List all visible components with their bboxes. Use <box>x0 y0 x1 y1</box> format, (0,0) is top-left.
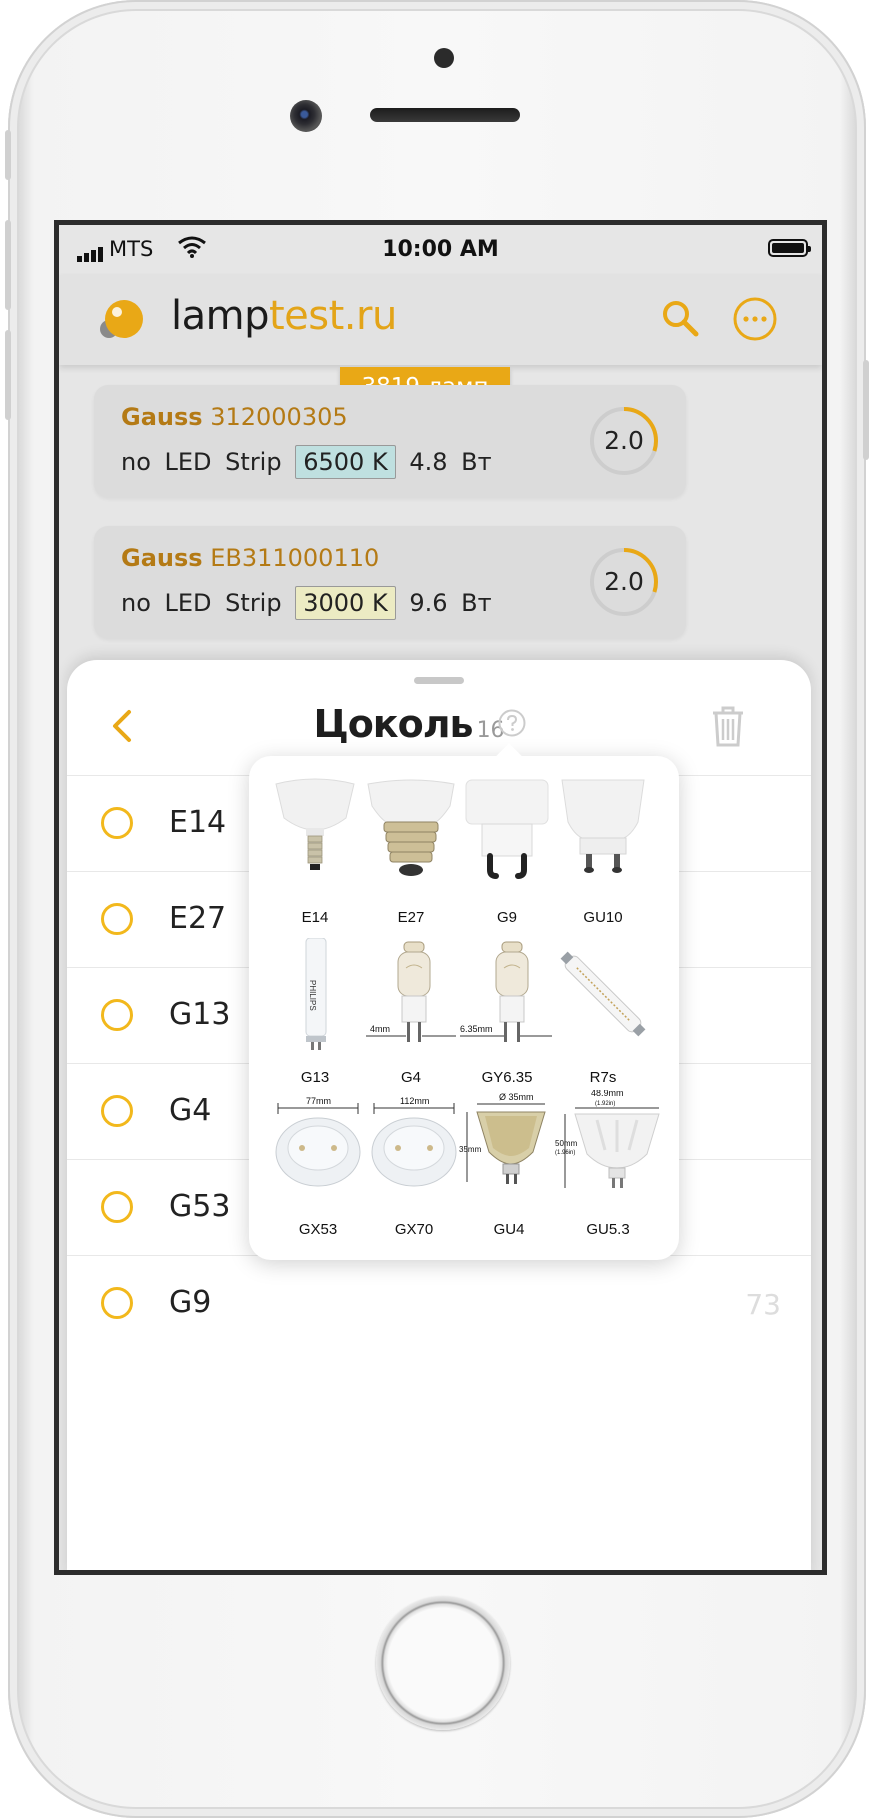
earpiece-speaker <box>370 108 520 122</box>
base-r7s: R7s <box>555 938 651 1088</box>
status-bar: MTS 10:00 AM <box>59 225 822 275</box>
proximity-sensor <box>434 48 454 68</box>
svg-text:PHILIPS: PHILIPS <box>308 980 317 1011</box>
svg-text:Ø 35mm: Ø 35mm <box>499 1092 534 1102</box>
lamp-title: Gauss 312000305 <box>121 403 348 431</box>
svg-text:48.9mm: 48.9mm <box>591 1090 624 1098</box>
gu4-reflector-icon: Ø 35mm 35mm <box>459 1092 546 1184</box>
status-time: 10:00 AM <box>382 237 499 262</box>
home-button[interactable] <box>376 1596 510 1730</box>
svg-text:35mm: 35mm <box>459 1145 482 1154</box>
lamp-specs: no LED Strip 6500 K 4.8 Вт <box>121 445 492 479</box>
gu53-reflector-icon: 48.9mm (1.92in) 50mm (1.96in) <box>555 1090 660 1188</box>
svg-text:6.35mm: 6.35mm <box>460 1024 493 1034</box>
base-g13: PHILIPS G13 <box>267 938 363 1088</box>
battery-icon <box>768 239 811 257</box>
base-types-popup: E14 E27 G9 GU10 PHILIPS G13 4mm G4 6.35m… <box>249 756 679 1260</box>
gx70-disc-icon: 112mm <box>371 1096 457 1187</box>
app-logo[interactable]: lamptest.ru <box>171 293 397 339</box>
svg-text:77mm: 77mm <box>306 1096 331 1106</box>
power-value: 9.6 Вт <box>409 589 492 617</box>
volume-up-button <box>5 220 11 310</box>
gx53-disc-icon: 77mm <box>275 1096 361 1187</box>
g4-capsule-icon: 4mm <box>366 941 456 1042</box>
front-camera <box>290 100 322 132</box>
sheet-grab-handle[interactable] <box>414 677 464 684</box>
radio-button[interactable] <box>101 1095 133 1127</box>
lamp-specs: no LED Strip 3000 K 9.6 Вт <box>121 586 492 620</box>
lamp-card[interactable]: Gauss EB311000110 no LED Strip 3000 K 9.… <box>94 526 686 638</box>
color-temp-badge: 3000 K <box>295 586 396 620</box>
radio-button[interactable] <box>101 903 133 935</box>
base-gx70: 112mm GX70 <box>363 1090 465 1240</box>
volume-down-button <box>5 330 11 420</box>
base-g9: G9 <box>459 778 555 928</box>
base-e27: E27 <box>363 778 459 928</box>
help-icon[interactable] <box>497 708 527 738</box>
power-value: 4.8 Вт <box>409 448 492 476</box>
base-gu4: Ø 35mm 35mm GU4 <box>459 1090 559 1240</box>
base-gu10: GU10 <box>555 778 651 928</box>
option-count: 73 <box>745 1288 781 1321</box>
more-options-icon[interactable] <box>731 295 779 343</box>
gu10-bulb-icon <box>561 779 645 873</box>
g9-bulb-icon <box>465 779 549 879</box>
svg-text:4mm: 4mm <box>370 1024 390 1034</box>
filter-option[interactable]: G9 73 <box>67 1255 811 1352</box>
color-temp-badge: 6500 K <box>295 445 396 479</box>
svg-text:50mm: 50mm <box>555 1139 578 1148</box>
search-icon[interactable] <box>659 297 703 341</box>
gy635-capsule-icon: 6.35mm <box>460 941 552 1042</box>
rating-value: 2.0 <box>604 567 644 596</box>
e14-bulb-icon <box>275 778 355 870</box>
base-g4: 4mm G4 <box>363 938 459 1088</box>
screen: MTS 10:00 AM lamptest.ru 3819 ламп Gauss… <box>54 220 827 1575</box>
r7s-linear-lamp-icon <box>560 951 646 1037</box>
radio-button[interactable] <box>101 1287 133 1319</box>
lamp-title: Gauss EB311000110 <box>121 544 380 572</box>
mute-switch <box>5 130 11 180</box>
svg-text:112mm: 112mm <box>400 1096 429 1106</box>
g13-tube-icon: PHILIPS <box>305 938 327 1050</box>
base-gy635: 6.35mm GY6.35 <box>459 938 555 1088</box>
trash-icon[interactable] <box>709 704 747 748</box>
base-gu53: 48.9mm (1.92in) 50mm (1.96in) GU5.3 <box>555 1090 661 1240</box>
lamp-logo-icon <box>100 300 143 338</box>
sheet-title: Цоколь 16 <box>313 702 505 746</box>
rating-value: 2.0 <box>604 426 644 455</box>
svg-text:(1.92in): (1.92in) <box>595 1101 615 1107</box>
lamp-card[interactable]: Gauss 312000305 no LED Strip 6500 K 4.8 … <box>94 385 686 497</box>
power-button <box>863 360 869 460</box>
svg-text:(1.96in): (1.96in) <box>555 1150 575 1156</box>
e27-bulb-icon <box>367 779 455 876</box>
base-e14: E14 <box>267 778 363 928</box>
radio-button[interactable] <box>101 807 133 839</box>
base-gx53: 77mm GX53 <box>267 1090 369 1240</box>
radio-button[interactable] <box>101 1191 133 1223</box>
app-bar: lamptest.ru <box>59 275 822 365</box>
radio-button[interactable] <box>101 999 133 1031</box>
